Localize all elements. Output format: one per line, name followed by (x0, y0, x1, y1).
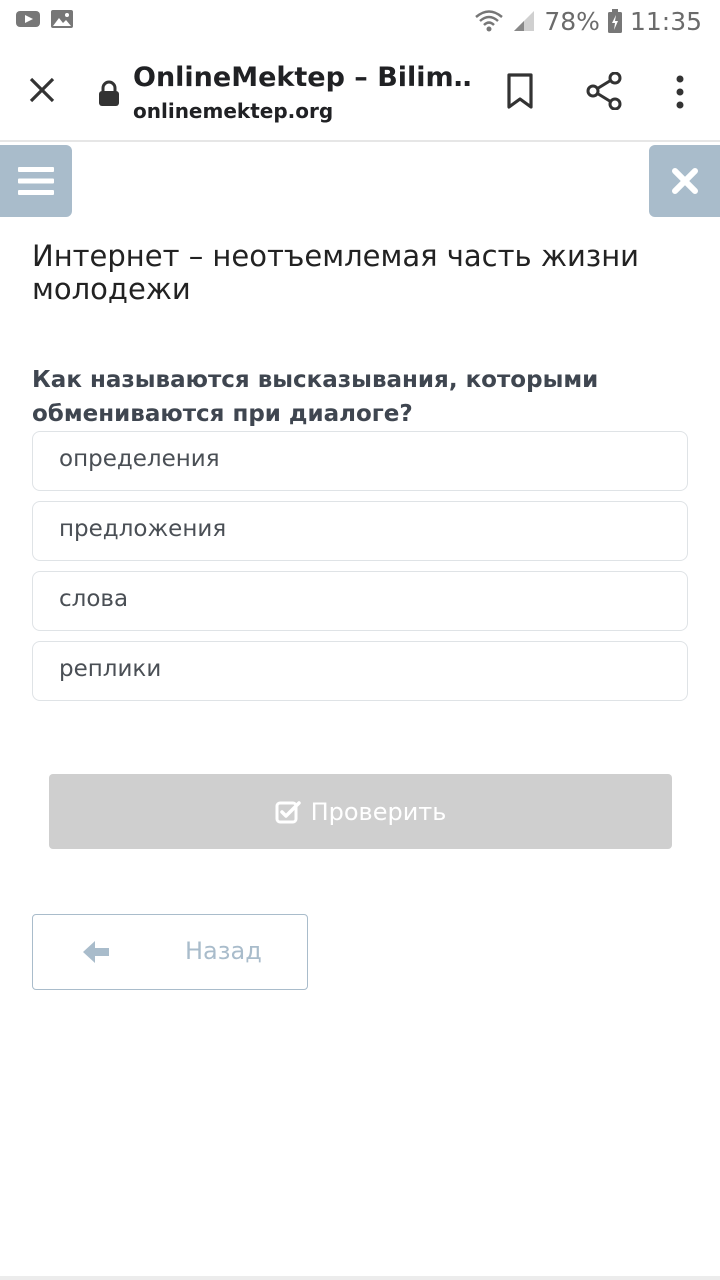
close-icon (671, 168, 698, 194)
check-button-label: Проверить (310, 797, 447, 826)
browser-toolbar: OnlineMektep – Bilim… onlinemektep.org (0, 42, 720, 142)
answer-option-label: определения (59, 446, 220, 472)
url-text[interactable]: onlinemektep.org (133, 99, 333, 123)
bottom-divider (0, 1276, 720, 1280)
share-icon[interactable] (586, 72, 622, 110)
lock-icon[interactable] (98, 80, 120, 106)
answer-option[interactable]: предложения (32, 501, 688, 561)
answer-option[interactable]: определения (32, 431, 688, 491)
back-button[interactable]: Назад (32, 914, 308, 990)
status-bar: 78% 11:35 (0, 0, 720, 42)
more-options-icon[interactable] (668, 72, 692, 112)
checkbox-checked-icon (275, 800, 301, 823)
answer-option-label: слова (59, 586, 129, 612)
status-indicators: 78% 11:35 (474, 4, 702, 38)
lesson-title: Интернет – неотъемлемая часть жизни моло… (32, 239, 640, 306)
arrow-left-icon (83, 941, 109, 963)
url-tld: .org (287, 99, 334, 123)
question-text: Как называются высказывания, которыми об… (32, 367, 599, 427)
check-button[interactable]: Проверить (49, 774, 672, 849)
back-button-label: Назад (185, 937, 262, 965)
youtube-notification-icon (16, 11, 40, 27)
answer-option[interactable]: слова (32, 571, 688, 631)
battery-percent: 78% (544, 6, 600, 36)
bookmark-icon[interactable] (504, 72, 536, 110)
url-domain: onlinemektep (133, 99, 288, 123)
hamburger-icon (18, 167, 54, 195)
close-quiz-button[interactable] (649, 145, 720, 217)
answer-option[interactable]: реплики (32, 641, 688, 701)
page-title-bar[interactable]: OnlineMektep – Bilim… (133, 62, 473, 93)
answer-option-label: предложения (59, 516, 227, 542)
signal-icon (514, 11, 535, 31)
wifi-icon (475, 10, 504, 32)
answer-option-label: реплики (59, 656, 162, 682)
status-notifications (16, 9, 74, 29)
close-tab-icon[interactable] (24, 72, 60, 108)
image-notification-icon (51, 10, 73, 28)
clock: 11:35 (629, 6, 702, 36)
menu-button[interactable] (0, 145, 72, 217)
battery-charging-icon (607, 9, 622, 33)
